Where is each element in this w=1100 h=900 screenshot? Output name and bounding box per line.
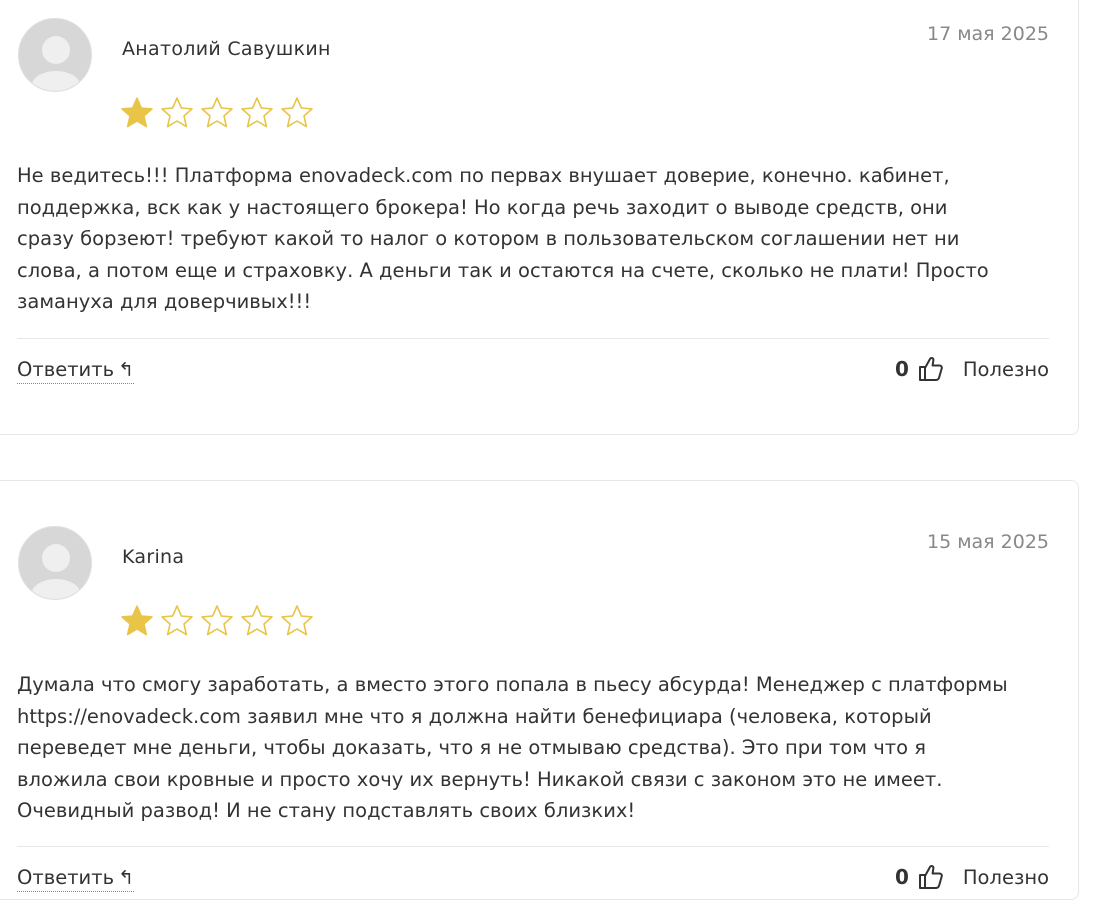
star-rating (119, 95, 315, 131)
thumbs-up-icon[interactable] (917, 355, 945, 383)
user-avatar-icon (18, 526, 92, 600)
review-card: Karina 15 мая 2025 Думала что смогу зара… (0, 480, 1079, 900)
star-filled-icon (121, 605, 153, 636)
reply-arrow-icon: ↰ (118, 867, 135, 889)
star-filled-icon (121, 97, 153, 128)
helpful-section: 0 Полезно (895, 863, 1049, 891)
star-rating (119, 603, 315, 639)
review-date: 17 мая 2025 (926, 23, 1049, 45)
user-avatar-icon (18, 18, 92, 92)
helpful-button[interactable]: Полезно (963, 866, 1049, 889)
reply-link[interactable]: Ответить ↰ (17, 358, 135, 384)
star-empty-icon (201, 605, 233, 636)
review-text-line: Не ведитесь!!! Платформа enovadeck.com п… (17, 164, 950, 187)
star-empty-icon (241, 605, 273, 636)
thumbs-up-icon[interactable] (917, 863, 945, 891)
divider (17, 338, 1049, 339)
review-text: Не ведитесь!!! Платформа enovadeck.com п… (17, 160, 1052, 318)
star-empty-icon (201, 97, 233, 128)
review-text: Думала что смогу заработать, а вместо эт… (17, 669, 1052, 827)
review-text-line: вложила свои кровные и просто хочу их ве… (17, 767, 943, 791)
reply-arrow-icon: ↰ (118, 359, 135, 381)
review-text-line: слова, а потом еще и страховку. А деньги… (17, 258, 989, 282)
review-text-line: Очевидный развод! И не стану подставлять… (17, 799, 636, 822)
review-author: Анатолий Савушкин (122, 38, 331, 60)
review-text-line: поддержка, вск как у настоящего брокера!… (17, 195, 948, 219)
reply-label: Ответить (17, 358, 115, 381)
star-empty-icon (161, 605, 193, 636)
helpful-section: 0 Полезно (895, 355, 1049, 383)
helpful-count: 0 (894, 357, 909, 381)
review-text-line: Думала что смогу заработать, а вместо эт… (17, 673, 1008, 696)
review-date: 15 мая 2025 (926, 531, 1049, 553)
helpful-button[interactable]: Полезно (963, 358, 1049, 381)
review-text-line: замануха для доверчивых!!! (17, 290, 312, 313)
divider (17, 846, 1049, 847)
review-text-line: https://enovadeck.com заявил мне что я д… (17, 704, 932, 728)
star-empty-icon (241, 97, 273, 128)
reply-link[interactable]: Ответить ↰ (17, 866, 135, 892)
review-text-line: сразу борзеют! требуют какой то налог о … (17, 227, 960, 250)
review-card: Анатолий Савушкин 17 мая 2025 Не ведитес… (0, 0, 1079, 435)
helpful-count: 0 (894, 865, 909, 889)
star-empty-icon (281, 97, 313, 128)
star-empty-icon (281, 605, 313, 636)
review-text-line: переведет мне деньги, чтобы доказать, чт… (17, 736, 926, 759)
reply-label: Ответить (17, 866, 115, 889)
review-author: Karina (122, 546, 185, 568)
star-empty-icon (161, 97, 193, 128)
